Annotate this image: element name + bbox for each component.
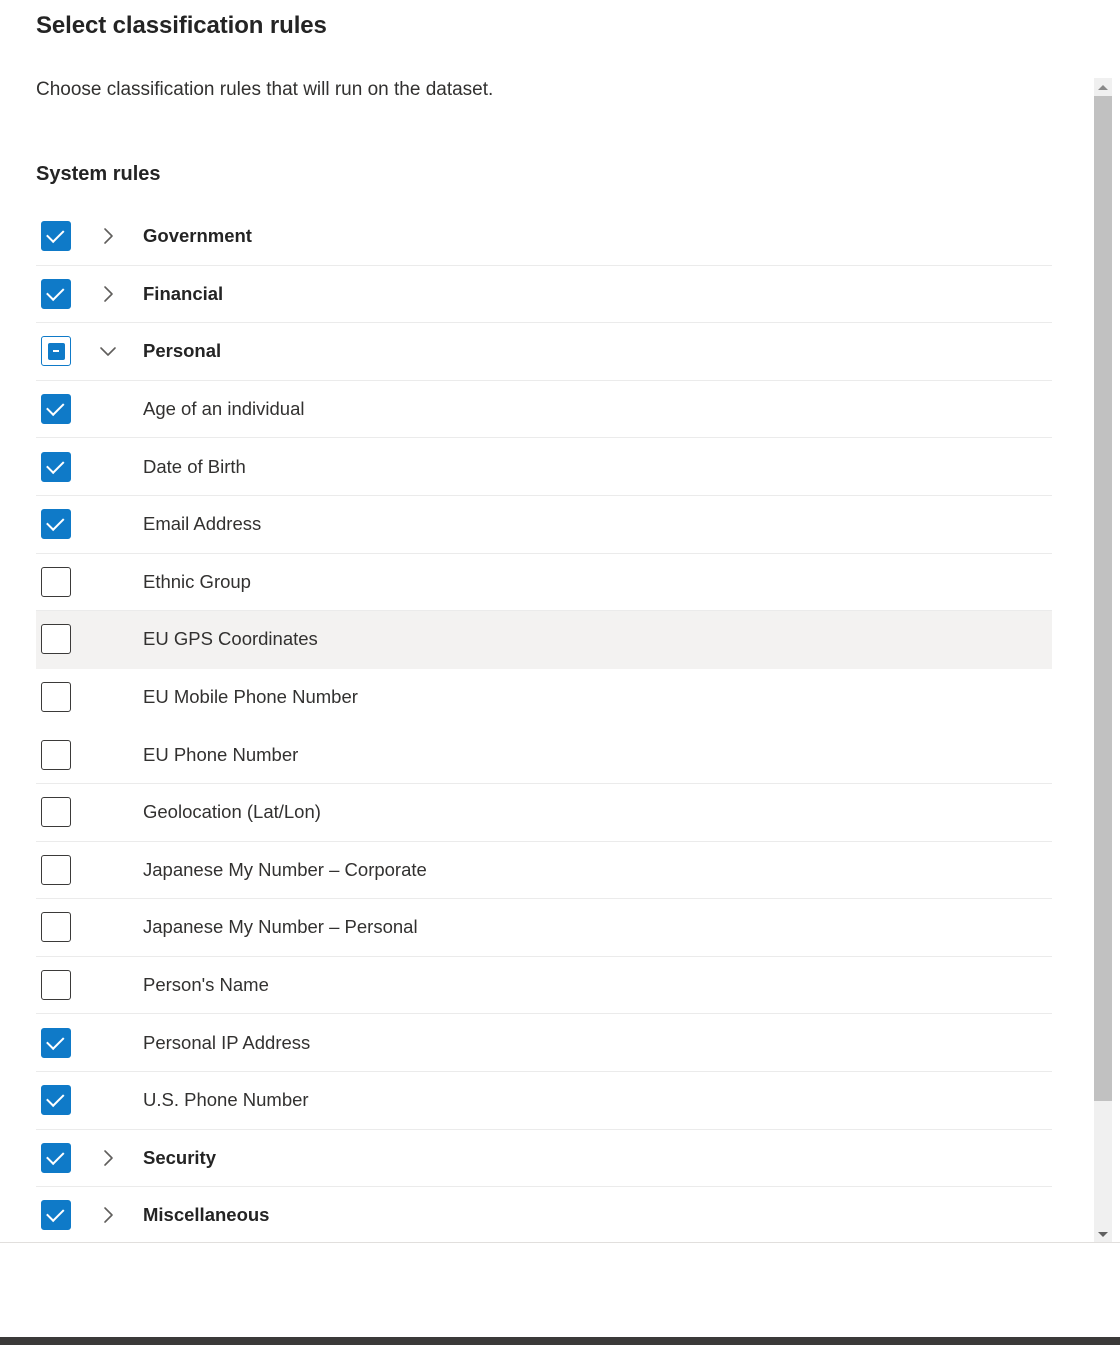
classification-rules-panel: Select classification rules Choose class… (0, 0, 1120, 1345)
chevron-placeholder (95, 1030, 121, 1056)
rule-label: Government (143, 225, 252, 247)
chevron-placeholder (95, 684, 121, 710)
chevron-placeholder (95, 914, 121, 940)
rule-label: Ethnic Group (143, 570, 251, 592)
rule-label: EU GPS Coordinates (143, 628, 318, 650)
rule-label: Japanese My Number – Personal (143, 916, 418, 938)
chevron-placeholder (95, 626, 121, 652)
chevron-placeholder (95, 799, 121, 825)
rule-checkbox-checked[interactable] (41, 1085, 71, 1116)
scrollbar-thumb[interactable] (1094, 96, 1112, 1101)
rule-label: Personal IP Address (143, 1031, 311, 1053)
rule-checkbox-unchecked[interactable] (41, 797, 71, 828)
rule-label: Security (143, 1146, 217, 1168)
rule-checkbox-unchecked[interactable] (41, 970, 71, 1001)
caret-down-icon[interactable] (1094, 1225, 1112, 1243)
rule-row[interactable]: Geolocation (Lat/Lon) (36, 784, 1052, 842)
classification-rules-list: Government Financial Personal Age of an ind… (36, 208, 1052, 1245)
chevron-down-icon[interactable] (95, 338, 121, 364)
page-subtitle: Choose classification rules that will ru… (36, 79, 494, 100)
rule-row[interactable]: Person's Name (36, 957, 1052, 1015)
chevron-right-icon[interactable] (95, 1202, 121, 1228)
caret-up-icon[interactable] (1094, 78, 1112, 96)
rule-label: Date of Birth (143, 455, 246, 477)
chevron-placeholder (95, 857, 121, 883)
rule-checkbox-checked[interactable] (41, 221, 71, 252)
rule-label: EU Mobile Phone Number (143, 686, 358, 708)
chevron-right-icon[interactable] (95, 281, 121, 307)
rule-checkbox-checked[interactable] (41, 451, 71, 482)
rule-checkbox-checked[interactable] (41, 1142, 71, 1173)
rule-row[interactable]: Personal IP Address (36, 1014, 1052, 1072)
rule-row[interactable]: Date of Birth (36, 438, 1052, 496)
rule-label: Person's Name (143, 974, 269, 996)
rule-checkbox-checked[interactable] (41, 509, 71, 540)
chevron-placeholder (95, 742, 121, 768)
chevron-placeholder (95, 972, 121, 998)
chevron-placeholder (95, 396, 121, 422)
rule-row[interactable]: Security (36, 1130, 1052, 1188)
rule-label: Personal (143, 340, 222, 362)
chevron-placeholder (95, 569, 121, 595)
chevron-placeholder (95, 511, 121, 537)
footer-bar: Create Back 198 classification rules sel… (0, 1243, 1120, 1337)
rule-label: Geolocation (Lat/Lon) (143, 801, 321, 823)
rule-checkbox-unchecked[interactable] (41, 566, 71, 597)
rule-row[interactable]: Age of an individual (36, 381, 1052, 439)
rule-label: Japanese My Number – Corporate (143, 858, 427, 880)
rule-checkbox-unchecked[interactable] (41, 854, 71, 885)
rule-checkbox-indeterminate[interactable] (41, 336, 71, 367)
rule-label: Email Address (143, 513, 262, 535)
system-rules-heading: System rules (36, 163, 161, 185)
rule-checkbox-unchecked[interactable] (41, 912, 71, 943)
rule-label: Age of an individual (143, 398, 305, 420)
rule-checkbox-checked[interactable] (41, 1200, 71, 1231)
rule-row[interactable]: Financial (36, 266, 1052, 324)
rule-row[interactable]: EU Phone Number (36, 726, 1052, 784)
rule-checkbox-checked[interactable] (41, 278, 71, 309)
rule-row[interactable]: Government (36, 208, 1052, 266)
rule-checkbox-checked[interactable] (41, 394, 71, 425)
rule-row[interactable]: Miscellaneous (36, 1187, 1052, 1245)
rule-row[interactable]: Ethnic Group (36, 554, 1052, 612)
chevron-right-icon[interactable] (95, 1145, 121, 1171)
rule-checkbox-unchecked[interactable] (41, 624, 71, 655)
rule-row[interactable]: U.S. Phone Number (36, 1072, 1052, 1130)
rule-checkbox-unchecked[interactable] (41, 682, 71, 713)
rule-row[interactable]: EU GPS Coordinates (36, 611, 1052, 669)
rule-row[interactable]: Japanese My Number – Corporate (36, 842, 1052, 900)
chevron-placeholder (95, 1087, 121, 1113)
rule-row[interactable]: EU Mobile Phone Number (36, 669, 1052, 727)
rule-label: U.S. Phone Number (143, 1089, 309, 1111)
rule-label: Miscellaneous (143, 1204, 270, 1226)
chevron-placeholder (95, 454, 121, 480)
rule-row[interactable]: Japanese My Number – Personal (36, 899, 1052, 957)
vertical-scrollbar[interactable] (1094, 78, 1112, 1243)
rule-label: Financial (143, 282, 224, 304)
rule-checkbox-unchecked[interactable] (41, 739, 71, 770)
chevron-right-icon[interactable] (95, 223, 121, 249)
rule-row[interactable]: Personal (36, 323, 1052, 381)
page-title: Select classification rules (36, 12, 327, 39)
rule-row[interactable]: Email Address (36, 496, 1052, 554)
window-bottom-bar (0, 1337, 1120, 1345)
rule-label: EU Phone Number (143, 743, 299, 765)
rule-checkbox-checked[interactable] (41, 1027, 71, 1058)
